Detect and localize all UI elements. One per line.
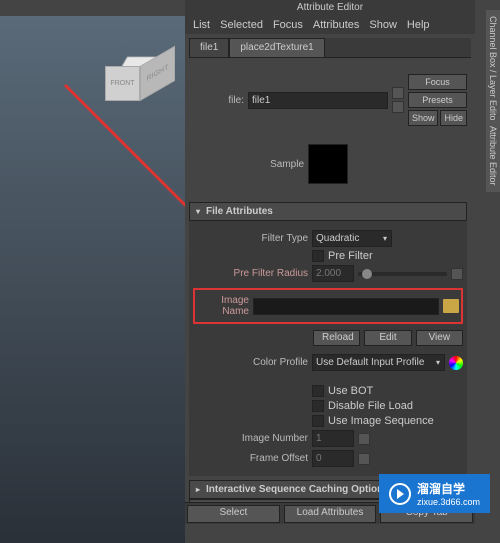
attribute-panel: file1 place2dTexture1 file: Focus Preset…	[185, 34, 475, 524]
file-attributes-header[interactable]: File Attributes	[189, 202, 467, 221]
side-tab-channel-box[interactable]: Channel Box / Layer Editor	[486, 10, 500, 130]
frame-offset-label: Frame Offset	[193, 453, 308, 464]
nav-fwd-icon[interactable]	[392, 101, 404, 113]
disable-file-load-checkbox[interactable]	[312, 400, 324, 412]
tab-place2dtexture[interactable]: place2dTexture1	[229, 38, 324, 57]
sample-swatch[interactable]	[308, 144, 348, 184]
use-image-sequence-label: Use Image Sequence	[328, 415, 434, 427]
menu-list[interactable]: List	[193, 19, 210, 31]
select-button[interactable]: Select	[187, 505, 280, 523]
viewport-3d[interactable]: FRONT RIGHT	[0, 16, 185, 543]
menu-selected[interactable]: Selected	[220, 19, 263, 31]
menu-help[interactable]: Help	[407, 19, 430, 31]
file-label: file:	[189, 95, 244, 106]
pre-filter-label: Pre Filter	[328, 250, 373, 262]
show-button[interactable]: Show	[408, 110, 439, 126]
image-number-input[interactable]	[312, 430, 354, 447]
use-image-sequence-checkbox[interactable]	[312, 415, 324, 427]
menubar: List Selected Focus Attributes Show Help	[185, 16, 475, 34]
pre-filter-radius-map-icon[interactable]	[451, 268, 463, 280]
highlight-annotation: Image Name	[193, 288, 463, 324]
use-bot-checkbox[interactable]	[312, 385, 324, 397]
nav-back-icon[interactable]	[392, 87, 404, 99]
view-button[interactable]: View	[416, 330, 463, 346]
disable-file-load-label: Disable File Load	[328, 400, 413, 412]
frame-offset-input[interactable]	[312, 450, 354, 467]
file-name-input[interactable]	[248, 92, 388, 109]
image-name-label: Image Name	[197, 295, 249, 317]
sample-label: Sample	[189, 159, 304, 170]
menu-attributes[interactable]: Attributes	[313, 19, 359, 31]
window-title: Attribute Editor	[185, 0, 475, 16]
image-number-map-icon[interactable]	[358, 433, 370, 445]
filter-type-label: Filter Type	[193, 233, 308, 244]
cube-right[interactable]: RIGHT	[140, 46, 175, 101]
image-name-input[interactable]	[253, 298, 439, 315]
cube-front[interactable]: FRONT	[105, 66, 140, 101]
browse-folder-icon[interactable]	[443, 299, 459, 313]
color-profile-select[interactable]: Use Default Input Profile	[312, 354, 445, 371]
load-attributes-button[interactable]: Load Attributes	[284, 505, 377, 523]
pre-filter-radius-slider[interactable]	[358, 272, 447, 276]
presets-button[interactable]: Presets	[408, 92, 467, 108]
watermark-brand: 溜溜自学	[417, 480, 480, 497]
reload-button[interactable]: Reload	[313, 330, 360, 346]
view-cube[interactable]: FRONT RIGHT	[105, 46, 165, 106]
frame-offset-map-icon[interactable]	[358, 453, 370, 465]
tab-file1[interactable]: file1	[189, 38, 229, 57]
edit-button[interactable]: Edit	[364, 330, 411, 346]
hide-button[interactable]: Hide	[440, 110, 467, 126]
watermark-url: zixue.3d66.com	[417, 497, 480, 507]
pre-filter-radius-label: Pre Filter Radius	[193, 268, 308, 279]
content-scroll[interactable]: file: Focus Presets Show Hide Sample Fil…	[185, 62, 475, 502]
node-tabs: file1 place2dTexture1	[189, 38, 471, 58]
pre-filter-checkbox[interactable]	[312, 250, 324, 262]
menu-show[interactable]: Show	[369, 19, 397, 31]
use-bot-label: Use BOT	[328, 385, 373, 397]
pre-filter-radius-input[interactable]	[312, 265, 354, 282]
image-number-label: Image Number	[193, 433, 308, 444]
menu-focus[interactable]: Focus	[273, 19, 303, 31]
watermark: 溜溜自学 zixue.3d66.com	[379, 474, 490, 513]
color-wheel-icon[interactable]	[449, 356, 463, 370]
side-tab-attribute-editor[interactable]: Attribute Editor	[486, 120, 500, 192]
focus-button[interactable]: Focus	[408, 74, 467, 90]
section-file-attributes: File Attributes Filter Type Quadratic Pr…	[189, 202, 467, 476]
play-icon	[389, 483, 411, 505]
filter-type-select[interactable]: Quadratic	[312, 230, 392, 247]
color-profile-label: Color Profile	[193, 357, 308, 368]
